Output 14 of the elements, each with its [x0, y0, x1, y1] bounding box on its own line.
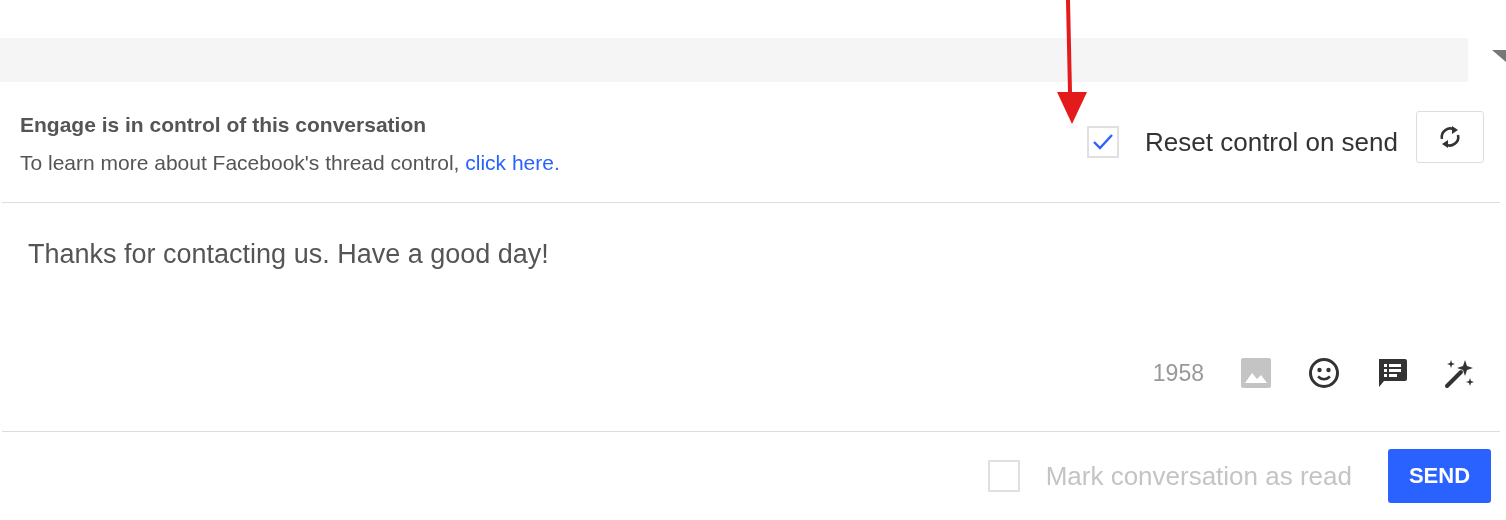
- list-message-icon[interactable]: [1376, 357, 1408, 389]
- link[interactable]: click here.: [465, 151, 560, 174]
- checkbox-label: Mark conversation as read: [1045, 460, 1352, 492]
- refresh-icon: [1437, 124, 1463, 150]
- checkbox[interactable]: [1087, 126, 1120, 158]
- smiley-icon[interactable]: [1308, 357, 1340, 389]
- notice-text: To learn more about Facebook's thread control, click here.: [20, 151, 561, 175]
- character-count: 1958: [1152, 359, 1204, 387]
- refresh-button[interactable]: [1416, 111, 1484, 163]
- message-field[interactable]: Thanks for contacting us. Have a good day!: [0, 203, 1506, 343]
- caret-icon[interactable]: [1490, 48, 1506, 62]
- send-button[interactable]: SEND: [1388, 449, 1491, 503]
- checkbox-label: Reset control on send: [1145, 126, 1398, 158]
- notice-title: Engage is in control of this conversation: [20, 113, 428, 137]
